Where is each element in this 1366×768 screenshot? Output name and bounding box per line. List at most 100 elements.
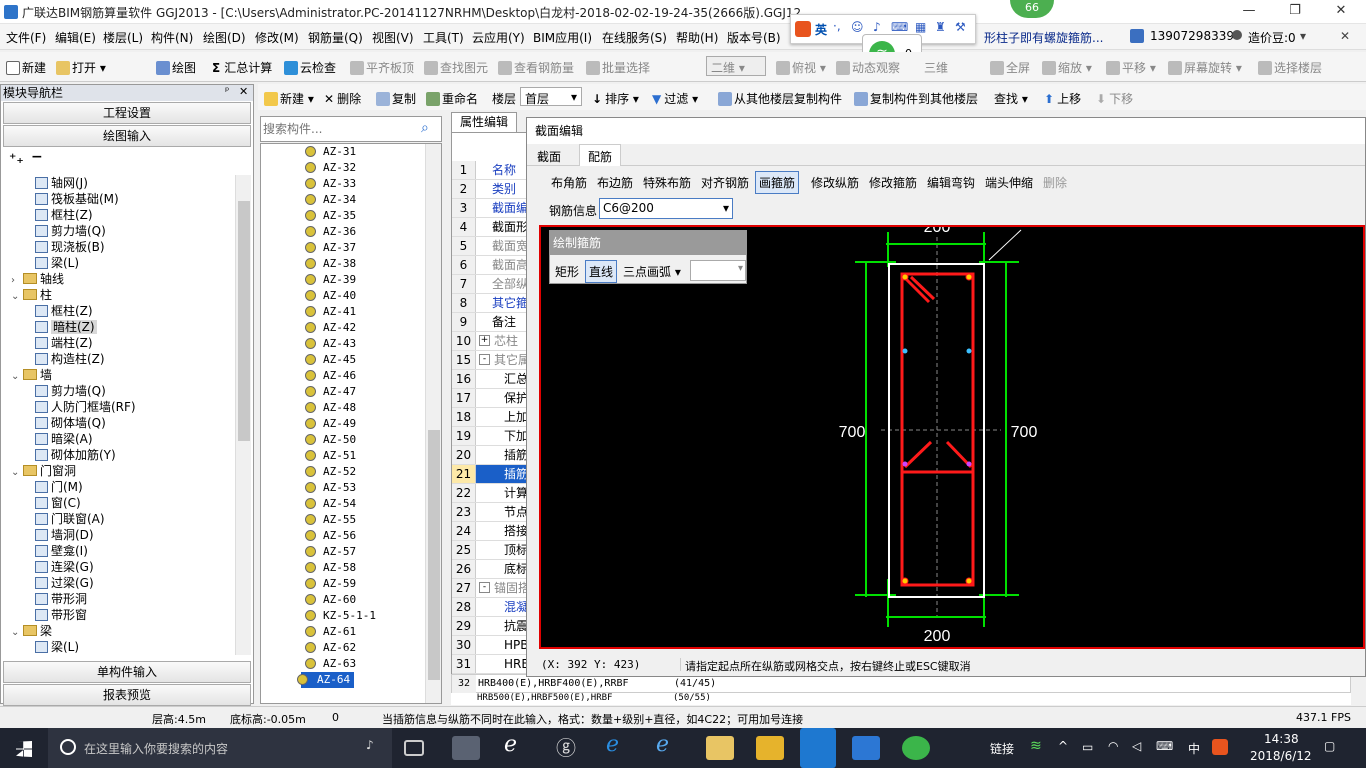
component-list-item[interactable]: AZ-41	[305, 304, 356, 320]
property-row[interactable]: 19 下加	[452, 427, 532, 446]
menu-online[interactable]: 在线服务(S)	[602, 29, 667, 46]
tree-item[interactable]: 壁龛(I)	[7, 543, 233, 559]
clock-time[interactable]: 14:38	[1264, 732, 1299, 746]
tab-reinforcement[interactable]: 配筋	[579, 144, 622, 166]
tree-folder[interactable]: ⌄ 梁	[7, 623, 233, 639]
property-row[interactable]: 5 截面宽	[452, 237, 532, 256]
keyboard-icon[interactable]: ⌨	[891, 20, 908, 34]
property-row[interactable]: 30 HPB2	[452, 636, 532, 655]
menu-view[interactable]: 视图(V)	[372, 29, 414, 46]
view-rebar-button[interactable]: 查看钢筋量	[498, 59, 574, 76]
new-component-button[interactable]: 新建 ▾	[264, 90, 314, 107]
task-view-icon[interactable]	[404, 740, 424, 756]
expand-all-icon[interactable]: ⁺₊	[9, 151, 24, 167]
move-up-button[interactable]: ⬆ 上移	[1044, 90, 1081, 107]
find-element-button[interactable]: 查找图元	[424, 59, 488, 76]
microphone-icon[interactable]: ♪	[873, 20, 881, 34]
property-row-33[interactable]: HRB500(E),HRBF500(E),HRBF (50/55)	[451, 693, 1351, 705]
property-row[interactable]: 23 节点	[452, 503, 532, 522]
component-list-item[interactable]: AZ-34	[305, 192, 356, 208]
tree-item[interactable]: 门联窗(A)	[7, 511, 233, 527]
component-list-item[interactable]: AZ-32	[305, 160, 356, 176]
component-list-item[interactable]: AZ-53	[305, 480, 356, 496]
punctuation-icon[interactable]: ·,	[833, 19, 841, 33]
align-slab-button[interactable]: 平齐板顶	[350, 59, 414, 76]
property-row[interactable]: 8 其它箍	[452, 294, 532, 313]
component-list-item[interactable]: AZ-61	[305, 624, 356, 640]
collapse-icon[interactable]: -	[479, 354, 490, 365]
ie-icon[interactable]: ℯ	[656, 732, 684, 757]
tray-chevron-icon[interactable]: ^	[1058, 739, 1068, 753]
skin-icon[interactable]: ♜	[935, 20, 946, 34]
wifi-tray-icon[interactable]: ≋	[1030, 738, 1042, 754]
component-list-item[interactable]: AZ-43	[305, 336, 356, 352]
file-explorer-icon[interactable]	[706, 736, 734, 760]
tree-item[interactable]: 现浇板(B)	[7, 239, 233, 255]
component-list-item[interactable]: KZ-5-1-1	[305, 608, 376, 624]
minimize-button[interactable]: —	[1226, 0, 1272, 24]
pinwheel-app-icon[interactable]	[452, 736, 480, 760]
collapse-icon[interactable]: -	[479, 582, 490, 593]
delete-rebar-button[interactable]: 删除	[1043, 174, 1067, 191]
property-row[interactable]: 1 名称	[452, 161, 532, 180]
component-list-item[interactable]: AZ-55	[305, 512, 356, 528]
input-language[interactable]: 中	[1188, 740, 1200, 757]
component-list-item[interactable]: AZ-56	[305, 528, 356, 544]
component-list-item[interactable]: AZ-33	[305, 176, 356, 192]
menu-modify[interactable]: 修改(M)	[255, 29, 299, 46]
chevron-down-icon[interactable]: ⌄	[11, 369, 23, 385]
corner-rebar-button[interactable]: 布角筋	[551, 174, 587, 191]
tree-item[interactable]: 暗柱(Z)	[7, 319, 233, 335]
collapse-all-icon[interactable]: −	[31, 149, 43, 165]
spiral-app-icon[interactable]: ⓖ	[556, 732, 584, 760]
new-project-button[interactable]: 新建	[6, 59, 46, 76]
network-icon[interactable]: ◠	[1108, 739, 1118, 753]
modify-longitudinal-button[interactable]: 修改纵筋	[811, 174, 859, 191]
maximize-button[interactable]: ❐	[1272, 0, 1318, 24]
component-list-item[interactable]: AZ-42	[305, 320, 356, 336]
search-input[interactable]	[263, 120, 415, 138]
tree-folder[interactable]: › 轴线	[7, 271, 233, 287]
menu-version[interactable]: 版本号(B)	[727, 29, 781, 46]
property-row[interactable]: 25 顶标	[452, 541, 532, 560]
cad-canvas[interactable]: 200 200 700 700 绘制箍筋 矩形 直线 三点画弧 ▾ ▾	[539, 225, 1365, 649]
property-row[interactable]: 9 备注	[452, 313, 532, 332]
component-list-item[interactable]: AZ-57	[305, 544, 356, 560]
wrench-icon[interactable]: ⚒	[955, 20, 966, 34]
tree-folder[interactable]: ⌄ 柱	[7, 287, 233, 303]
property-row[interactable]: 16 汇总	[452, 370, 532, 389]
property-row[interactable]: 26 底标	[452, 560, 532, 579]
tree-item[interactable]: 筏板基础(M)	[7, 191, 233, 207]
dropdown-arrow-icon[interactable]: ▾	[1300, 29, 1306, 43]
chevron-down-icon[interactable]: ⌄	[11, 625, 23, 641]
property-row[interactable]: 27- 锚固搭	[452, 579, 532, 598]
taskbar-search[interactable]: 在这里输入你要搜索的内容 ♪	[48, 728, 392, 768]
find-button[interactable]: 查找 ▾	[994, 90, 1028, 107]
menu-bim[interactable]: BIM应用(I)	[533, 29, 592, 46]
single-component-input-button[interactable]: 单构件输入	[3, 661, 251, 683]
fullscreen-button[interactable]: 全屏	[990, 59, 1030, 76]
edge-legacy-icon[interactable]: ℯ	[504, 732, 532, 757]
drawing-input-button[interactable]: 绘图输入	[3, 125, 251, 147]
edge-rebar-button[interactable]: 布边筋	[597, 174, 633, 191]
component-list-item[interactable]: AZ-63	[305, 656, 356, 672]
special-rebar-button[interactable]: 特殊布筋	[643, 174, 691, 191]
property-row[interactable]: 7 全部纵	[452, 275, 532, 294]
tree-item[interactable]: 窗(C)	[7, 495, 233, 511]
component-list-item[interactable]: AZ-49	[305, 416, 356, 432]
property-row[interactable]: 29 抗震	[452, 617, 532, 636]
tree-item[interactable]: 轴网(J)	[7, 175, 233, 191]
pan-button[interactable]: 平移 ▾	[1106, 59, 1156, 76]
batch-select-button[interactable]: 批量选择	[586, 59, 650, 76]
property-row[interactable]: 3 截面编	[452, 199, 532, 218]
component-list-item[interactable]: AZ-35	[305, 208, 356, 224]
component-list-item[interactable]: AZ-64	[297, 672, 355, 688]
menu-component[interactable]: 构件(N)	[151, 29, 193, 46]
arc-extra-select[interactable]: ▾	[690, 260, 746, 281]
edit-hook-button[interactable]: 编辑弯钩	[927, 174, 975, 191]
tree-item[interactable]: 端柱(Z)	[7, 335, 233, 351]
move-down-button[interactable]: ⬇ 下移	[1096, 90, 1133, 107]
tree-item[interactable]: 梁(L)	[7, 639, 233, 655]
report-preview-button[interactable]: 报表预览	[3, 684, 251, 706]
component-list-item[interactable]: AZ-47	[305, 384, 356, 400]
